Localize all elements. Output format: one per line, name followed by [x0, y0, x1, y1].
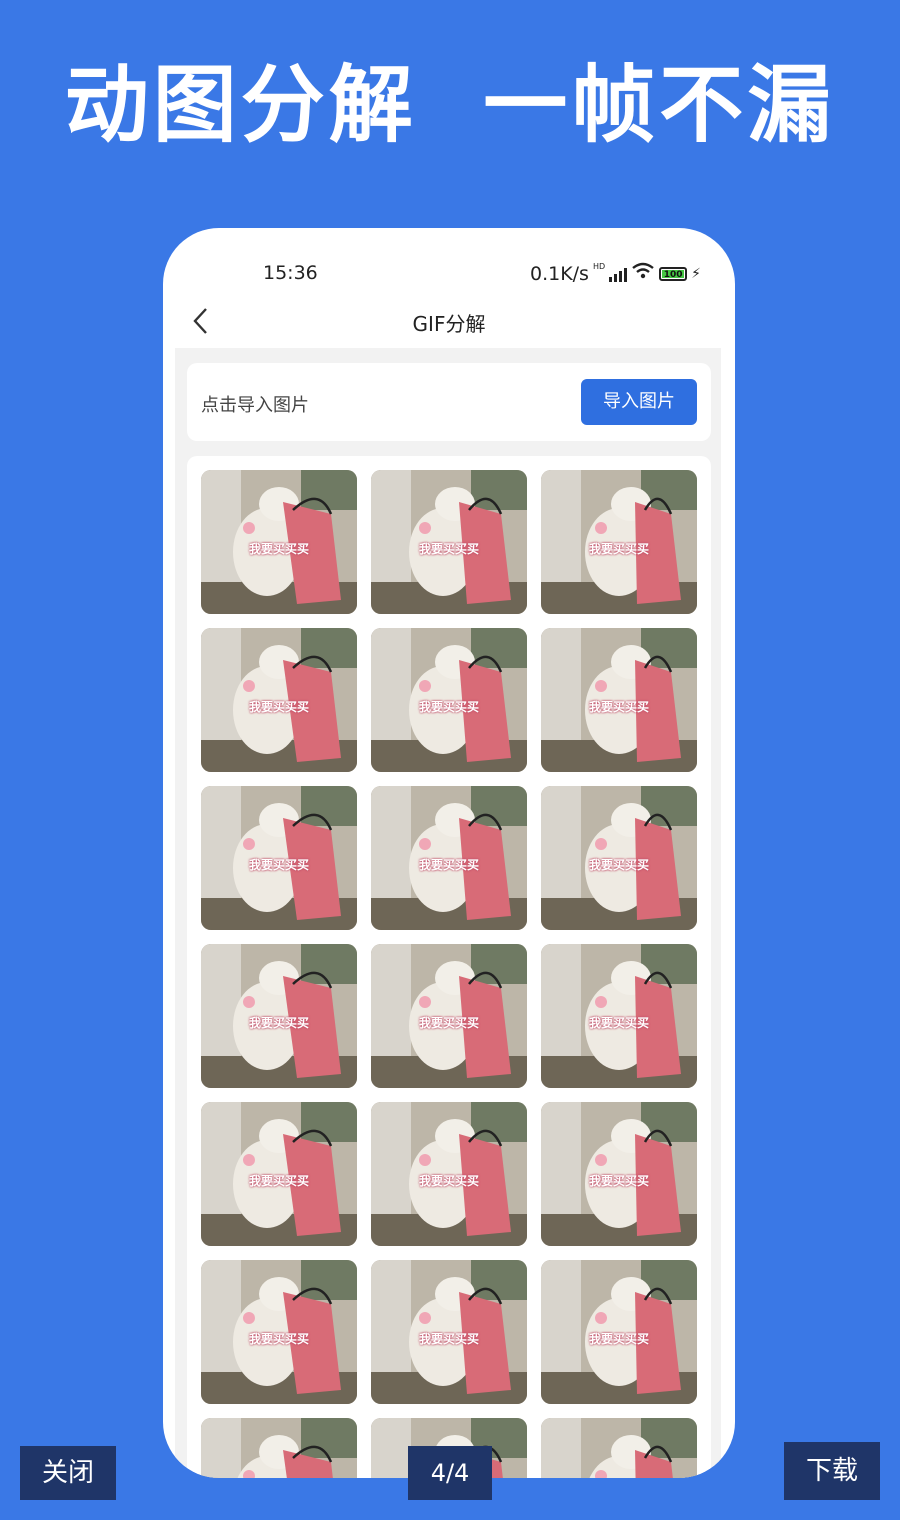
frame-thumbnail[interactable]: 我要买买买	[371, 470, 527, 614]
frame-caption: 我要买买买	[418, 542, 479, 556]
frame-thumbnail[interactable]: 我要买买买	[541, 786, 697, 930]
charging-icon: ⚡	[691, 265, 701, 282]
frame-caption: 我要买买买	[588, 700, 649, 714]
frame-caption: 我要买买买	[588, 1016, 649, 1030]
frames-card: 我要买买买 我要买买买 我要买买买 我要买买买 我要买买买 我要买买买 我要买买买 我要买买买…	[187, 456, 711, 1478]
battery-icon: 100	[659, 266, 688, 281]
frame-caption: 我要买买买	[418, 1016, 479, 1030]
frame-caption: 我要买买买	[588, 858, 649, 872]
frame-caption: 我要买买买	[248, 1174, 309, 1188]
content-area: 点击导入图片 导入图片 我要买买买 我要买买买 我要买买买 我要买买买 我要买买买 我要买…	[175, 348, 721, 1478]
frame-caption: 我要买买买	[588, 1332, 649, 1346]
import-card: 点击导入图片 导入图片	[187, 363, 711, 441]
frame-thumbnail[interactable]: 我要买买买	[541, 944, 697, 1088]
status-time: 15:36	[263, 262, 318, 284]
frame-thumbnail[interactable]: 我要买买买	[371, 1260, 527, 1404]
status-icons: 0.1K/s HD 100 ⚡	[530, 262, 701, 285]
frame-caption: 我要买买买	[588, 542, 649, 556]
frame-thumbnail[interactable]: 我要买买买	[371, 786, 527, 930]
page-title: GIF分解	[412, 312, 486, 336]
frame-thumbnail[interactable]: 我要买买买	[541, 1102, 697, 1246]
frame-thumbnail[interactable]: 我要买买买	[201, 1418, 357, 1478]
frame-thumbnail[interactable]: 我要买买买	[201, 470, 357, 614]
download-button[interactable]: 下载	[784, 1442, 880, 1500]
frame-thumbnail[interactable]: 我要买买买	[371, 1102, 527, 1246]
frame-caption: 我要买买买	[248, 1332, 309, 1346]
frame-caption: 我要买买买	[248, 858, 309, 872]
frame-caption: 我要买买买	[418, 858, 479, 872]
frame-thumbnail[interactable]: 我要买买买	[541, 628, 697, 772]
frame-thumbnail[interactable]: 我要买买买	[371, 944, 527, 1088]
frame-thumbnail[interactable]: 我要买买买	[201, 1102, 357, 1246]
nav-bar: GIF分解	[163, 298, 735, 348]
frame-grid: 我要买买买 我要买买买 我要买买买 我要买买买 我要买买买 我要买买买 我要买买买 我要买买买…	[201, 470, 697, 1478]
frame-thumbnail[interactable]: 我要买买买	[201, 786, 357, 930]
frame-caption: 我要买买买	[418, 700, 479, 714]
frame-thumbnail[interactable]: 我要买买买	[541, 1260, 697, 1404]
frame-caption: 我要买买买	[588, 1174, 649, 1188]
frame-caption: 我要买买买	[418, 1174, 479, 1188]
wifi-icon	[631, 262, 655, 285]
frame-caption: 我要买买买	[248, 700, 309, 714]
import-image-button[interactable]: 导入图片	[581, 379, 697, 425]
import-hint[interactable]: 点击导入图片	[201, 391, 309, 417]
frame-thumbnail[interactable]: 我要买买买	[541, 470, 697, 614]
network-speed: 0.1K/s	[529, 262, 589, 285]
hd-label: HD	[592, 262, 606, 271]
promo-headline: 动图分解 一帧不漏	[64, 56, 836, 154]
frame-caption: 我要买买买	[248, 1016, 309, 1030]
frame-thumbnail[interactable]: 我要买买买	[541, 1418, 697, 1478]
frame-thumbnail[interactable]: 我要买买买	[201, 628, 357, 772]
phone-mockup: 15:36 0.1K/s HD 100 ⚡ GIF分解 点击导入图片 导入图片	[163, 228, 735, 1478]
frame-thumbnail[interactable]: 我要买买买	[201, 1260, 357, 1404]
close-button[interactable]: 关闭	[20, 1446, 116, 1500]
frame-caption: 我要买买买	[248, 542, 309, 556]
frame-caption: 我要买买买	[418, 1332, 479, 1346]
frame-thumbnail[interactable]: 我要买买买	[371, 628, 527, 772]
signal-icon	[609, 266, 628, 282]
page-indicator: 4/4	[408, 1446, 492, 1500]
frame-thumbnail[interactable]: 我要买买买	[201, 944, 357, 1088]
status-bar: 15:36 0.1K/s HD 100 ⚡	[163, 258, 735, 294]
